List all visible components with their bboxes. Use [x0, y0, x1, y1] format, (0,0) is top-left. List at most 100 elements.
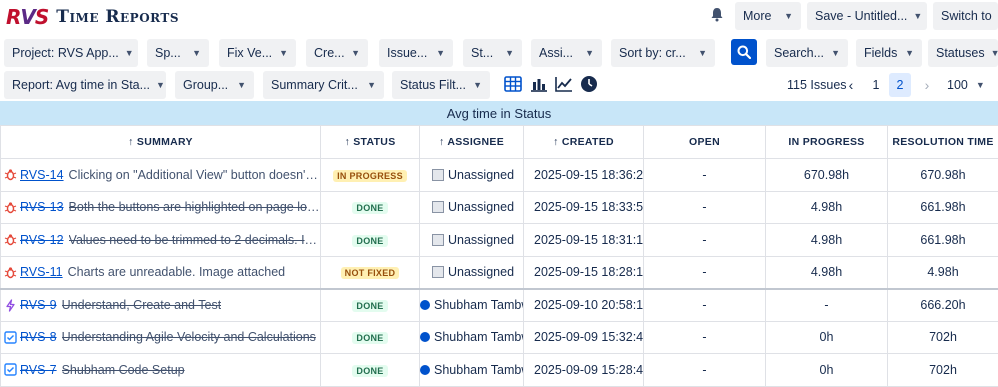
report-dropdown[interactable]: Report: Avg time in Sta... ▼	[4, 71, 166, 99]
chevron-down-icon: ▼	[124, 48, 134, 58]
table-row[interactable]: RVS-11 Charts are unreadable. Image attac…	[0, 255, 998, 289]
group-dropdown[interactable]: Group... ▼	[175, 71, 254, 99]
issue-summary: Values need to be trimmed to 2 decimals.…	[68, 232, 320, 247]
per-page-dropdown[interactable]: 100 ▼	[942, 73, 998, 97]
in-progress-cell: 670.98h	[765, 158, 888, 192]
in-progress-cell: 4.98h	[765, 223, 888, 257]
chevron-down-icon: ▼	[473, 80, 482, 90]
statuses-button[interactable]: Statuses ▼	[928, 39, 998, 67]
status-badge: DONE	[352, 364, 388, 377]
chevron-down-icon: ▼	[585, 48, 594, 58]
chevron-left-icon[interactable]: ‹	[840, 73, 862, 97]
issue-key-link[interactable]: RVS-7	[20, 363, 57, 377]
col-summary-header[interactable]: ↑ SUMMARY	[0, 125, 321, 159]
sprint-filter[interactable]: Sp... ▼	[147, 39, 209, 67]
summary-cell: RVS-14 Clicking on "Additional View" butt…	[0, 158, 321, 192]
clock-icon[interactable]	[578, 73, 600, 95]
resolution-cell: 661.98h	[887, 223, 998, 257]
issue-key-link[interactable]: RVS-14	[20, 168, 64, 182]
page-1-button[interactable]: 1	[865, 73, 887, 97]
chevron-down-icon: ▼	[975, 80, 985, 90]
status-filter[interactable]: St... ▼	[463, 39, 522, 67]
fix-version-filter[interactable]: Fix Ve... ▼	[219, 39, 296, 67]
created-cell: 2025-09-15 18:36:21	[523, 158, 644, 192]
open-cell: -	[643, 287, 766, 322]
issue-key-link[interactable]: RVS-8	[20, 330, 57, 344]
in-progress-cell: -	[765, 287, 888, 322]
issue-key-link[interactable]: RVS-13	[20, 200, 64, 214]
issue-key-link[interactable]: RVS-12	[20, 233, 64, 247]
table-row[interactable]: RVS-8 Understanding Agile Velocity and Ca…	[0, 320, 998, 354]
avatar	[432, 168, 444, 181]
summary-cell: RVS-9 Understand, Create and Test	[0, 287, 321, 322]
top-bar: RVS Time Reports More ▼ Save - Untitled..…	[0, 0, 998, 34]
col-status-header[interactable]: ↑ STATUS	[320, 125, 420, 159]
report-table: ↑ SUMMARY ↑ STATUS ↑ ASSIGNEE ↑ CREATED …	[0, 125, 998, 387]
col-created-header[interactable]: ↑ CREATED	[523, 125, 644, 159]
search-button[interactable]	[731, 39, 757, 65]
switch-label: Switch to	[941, 9, 992, 23]
chevron-down-icon: ▼	[698, 48, 707, 58]
assignee-name: Unassigned	[448, 167, 515, 182]
issue-summary: Charts are unreadable. Image attached	[67, 265, 286, 279]
table-row[interactable]: RVS-9 Understand, Create and Test DONE Shub…	[0, 287, 998, 322]
chevron-down-icon: ▼	[351, 48, 360, 58]
summary-cell: RVS-13 Both the buttons are highlighted o…	[0, 190, 321, 224]
status-cell: DONE	[320, 320, 420, 354]
report-title: Avg time in Status	[446, 105, 552, 121]
sort-dropdown[interactable]: Sort by: cr... ▼	[611, 39, 715, 67]
bar-chart-icon[interactable]	[528, 73, 550, 95]
chevron-down-icon: ▼	[505, 48, 514, 58]
search-dropdown[interactable]: Search... ▼	[766, 39, 848, 67]
created-cell: 2025-09-10 20:58:14	[523, 287, 644, 322]
col-assignee-header[interactable]: ↑ ASSIGNEE	[419, 125, 524, 159]
assignee-filter[interactable]: Assi... ▼	[531, 39, 602, 67]
assignee-cell: Unassigned	[419, 190, 524, 224]
avatar	[420, 364, 430, 375]
resolution-cell: 702h	[887, 353, 998, 387]
page-2-button[interactable]: 2	[889, 73, 911, 97]
resolution-cell: 670.98h	[887, 158, 998, 192]
summary-criteria-dropdown[interactable]: Summary Crit... ▼	[263, 71, 384, 99]
open-cell: -	[643, 353, 766, 387]
issue-type-filter[interactable]: Issue... ▼	[379, 39, 453, 67]
table-row[interactable]: RVS-13 Both the buttons are highlighted o…	[0, 190, 998, 224]
more-button[interactable]: More ▼	[735, 2, 801, 30]
issue-key-link[interactable]: RVS-9	[20, 298, 57, 312]
status-badge: DONE	[352, 202, 388, 215]
fields-button[interactable]: Fields ▼	[856, 39, 922, 67]
bug-icon	[3, 233, 17, 247]
issue-summary: Both the buttons are highlighted on page…	[68, 200, 320, 215]
created-cell: 2025-09-15 18:31:11	[523, 223, 644, 257]
table-row[interactable]: RVS-7 Shubham Code Setup DONE Shubham Tambw…	[0, 353, 998, 387]
bell-icon[interactable]	[707, 4, 727, 24]
project-filter-label: Project: RVS App...	[12, 46, 119, 60]
open-cell: -	[643, 255, 766, 289]
project-filter[interactable]: Project: RVS App... ▼	[4, 39, 138, 67]
line-chart-icon[interactable]	[553, 73, 575, 95]
issue-key-link[interactable]: RVS-11	[20, 265, 63, 279]
status-cell: DONE	[320, 287, 420, 322]
created-filter[interactable]: Cre... ▼	[306, 39, 368, 67]
table-row[interactable]: RVS-12 Values need to be trimmed to 2 dec…	[0, 223, 998, 257]
issue-type-filter-label: Issue...	[387, 46, 428, 60]
table-row[interactable]: RVS-14 Clicking on "Additional View" butt…	[0, 158, 998, 192]
fix-version-filter-label: Fix Ve...	[227, 46, 273, 60]
resolution-cell: 666.20h	[887, 287, 998, 322]
created-cell: 2025-09-09 15:32:45	[523, 320, 644, 354]
table-view-icon[interactable]	[502, 73, 524, 95]
resolution-cell: 4.98h	[887, 255, 998, 289]
search-dropdown-label: Search...	[774, 46, 825, 60]
in-progress-cell: 4.98h	[765, 190, 888, 224]
more-label: More	[743, 9, 772, 23]
assignee-cell: Shubham Tambwe	[419, 320, 524, 354]
summary-cell: RVS-8 Understanding Agile Velocity and Ca…	[0, 320, 321, 354]
open-cell: -	[643, 223, 766, 257]
switch-to-button[interactable]: Switch to	[933, 2, 998, 30]
bug-icon	[3, 265, 17, 279]
table-header-row: ↑ SUMMARY ↑ STATUS ↑ ASSIGNEE ↑ CREATED …	[0, 125, 998, 159]
chevron-right-icon[interactable]: ›	[916, 73, 938, 97]
status-filter-dropdown[interactable]: Status Filt... ▼	[392, 71, 490, 99]
created-cell: 2025-09-15 18:33:59	[523, 190, 644, 224]
save-button[interactable]: Save - Untitled... ▼	[807, 2, 927, 30]
